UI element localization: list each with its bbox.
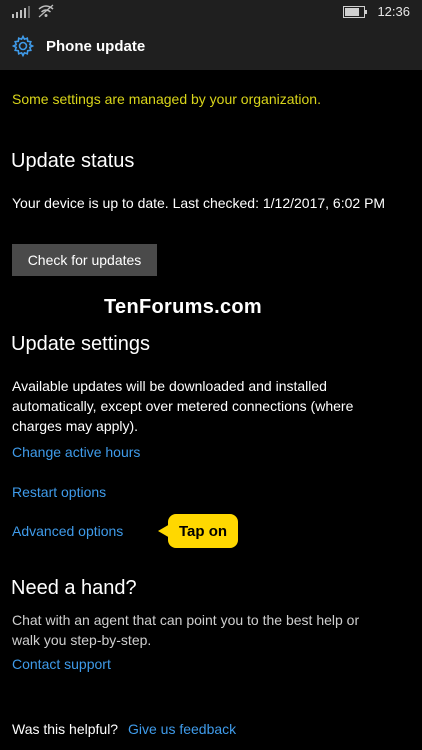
update-settings-heading: Update settings [11,333,150,355]
status-bar: 12:36 [0,0,422,24]
tap-on-callout: Tap on [158,514,238,548]
help-description: Chat with an agent that can point you to… [12,610,359,650]
description-line: charges may apply). [12,418,139,434]
managed-notice: Some settings are managed by your organi… [12,91,321,107]
change-active-hours-link[interactable]: Change active hours [12,444,140,460]
update-settings-description: Available updates will be downloaded and… [12,376,353,436]
restart-options-link[interactable]: Restart options [12,484,106,500]
update-status-heading: Update status [11,150,135,172]
feedback-question: Was this helpful? [12,721,119,737]
help-line: Chat with an agent that can point you to… [12,612,360,628]
status-bar-right: 12:36 [343,4,410,19]
description-line: automatically, except over metered conne… [12,398,354,414]
page-header: Phone update [0,24,422,70]
help-line: walk you step-by-step. [12,632,152,648]
feedback-row: Was this helpful? Give us feedback [12,721,236,737]
page-title: Phone update [46,38,146,55]
status-bar-left [12,4,54,18]
signal-icon [12,6,30,18]
gear-icon [11,34,35,58]
wifi-icon [38,4,54,18]
clock: 12:36 [377,4,410,19]
give-feedback-link[interactable]: Give us feedback [128,721,236,737]
description-line: Available updates will be downloaded and… [12,378,327,394]
update-status-message: Your device is up to date. Last checked:… [12,195,386,211]
callout-text: Tap on [178,523,228,540]
advanced-options-link[interactable]: Advanced options [12,523,123,539]
need-a-hand-heading: Need a hand? [11,577,137,599]
watermark: TenForums.com [104,296,262,318]
check-for-updates-button[interactable]: Check for updates [12,244,157,276]
contact-support-link[interactable]: Contact support [12,656,111,672]
battery-icon [343,5,368,18]
